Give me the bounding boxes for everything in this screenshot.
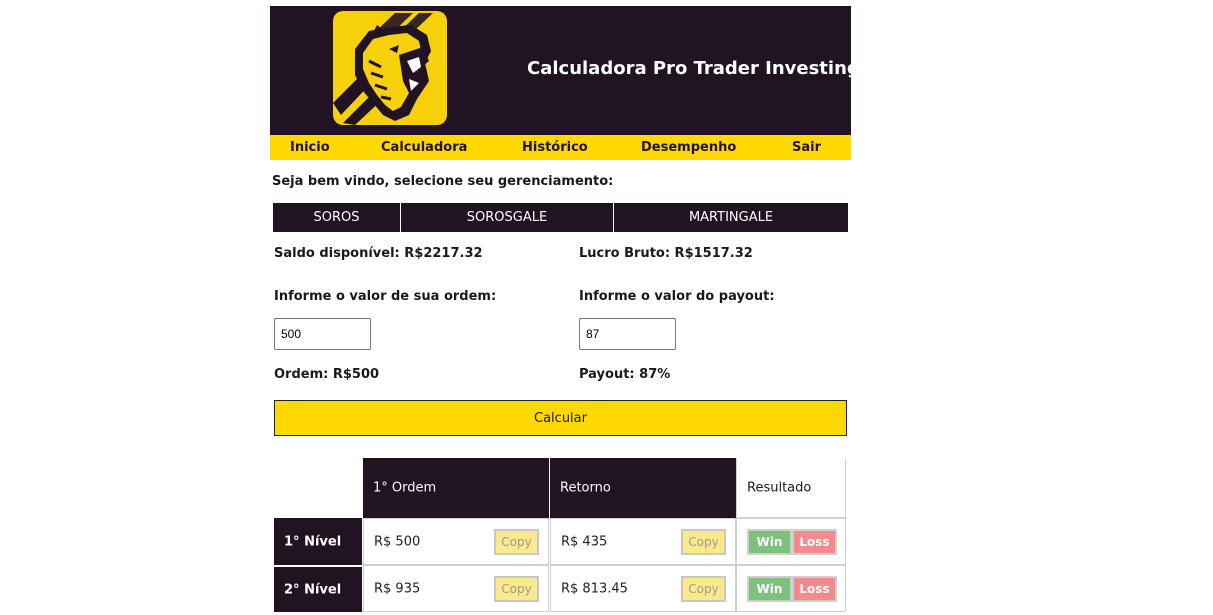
header-retorno: Retorno: [550, 458, 736, 518]
payout-display: Payout: 87%: [579, 367, 671, 382]
nav-item-desempenho[interactable]: Desempenho: [641, 135, 736, 160]
tab-martingale[interactable]: MARTINGALE: [614, 203, 848, 232]
table-corner-cell: [274, 458, 362, 518]
win-button[interactable]: Win: [747, 575, 792, 602]
order-display: Ordem: R$500: [274, 367, 380, 382]
order-cell: R$ 935 Copy: [363, 565, 549, 612]
order-cell: R$ 500 Copy: [363, 518, 549, 565]
nav-item-sair[interactable]: Sair: [792, 135, 821, 160]
header-resultado: Resultado: [736, 458, 846, 518]
calculator-app: Calculadora Pro Trader Investing Inicio …: [270, 6, 851, 615]
table-row: 2° Nível R$ 935 Copy R$ 813.45 Copy Win …: [274, 565, 846, 612]
payout-input-label: Informe o valor do payout:: [579, 289, 775, 304]
bear-logo-icon: [333, 11, 447, 125]
table-row: 1° Nível R$ 500 Copy R$ 435 Copy Win Los…: [274, 518, 846, 565]
loss-button[interactable]: Loss: [792, 528, 837, 555]
tab-sorosgale[interactable]: SOROSGALE: [401, 203, 614, 232]
copy-order-button[interactable]: Copy: [494, 575, 539, 602]
welcome-text: Seja bem vindo, selecione seu gerenciame…: [272, 174, 614, 189]
win-button[interactable]: Win: [747, 528, 792, 555]
app-title: Calculadora Pro Trader Investing: [527, 58, 851, 79]
return-cell: R$ 813.45 Copy: [550, 565, 736, 612]
level-cell: 2° Nível: [274, 565, 362, 612]
copy-return-button[interactable]: Copy: [681, 575, 726, 602]
lucro-label: Lucro Bruto: R$1517.32: [579, 246, 753, 261]
table-header-row: 1° Ordem Retorno Resultado: [274, 458, 846, 518]
payout-input[interactable]: [579, 318, 676, 350]
copy-return-button[interactable]: Copy: [681, 528, 726, 555]
nav-item-calculadora[interactable]: Calculadora: [381, 135, 467, 160]
nav-item-historico[interactable]: Histórico: [522, 135, 588, 160]
loss-button[interactable]: Loss: [792, 575, 837, 602]
management-tabs: SOROS SOROSGALE MARTINGALE: [273, 203, 848, 232]
saldo-label: Saldo disponível: R$2217.32: [274, 246, 483, 261]
header-ordem: 1° Ordem: [363, 458, 549, 518]
return-cell: R$ 435 Copy: [550, 518, 736, 565]
tab-soros[interactable]: SOROS: [273, 203, 401, 232]
result-cell: Win Loss: [736, 565, 846, 612]
order-input-label: Informe o valor de sua ordem:: [274, 289, 497, 304]
nav-item-inicio[interactable]: Inicio: [290, 135, 330, 160]
level-cell: 1° Nível: [274, 518, 362, 565]
calculate-button[interactable]: Calcular: [274, 400, 847, 436]
copy-order-button[interactable]: Copy: [494, 528, 539, 555]
main-nav: Inicio Calculadora Histórico Desempenho …: [270, 135, 851, 160]
result-cell: Win Loss: [736, 518, 846, 565]
order-input[interactable]: [274, 318, 371, 350]
app-header: Calculadora Pro Trader Investing: [270, 6, 851, 135]
